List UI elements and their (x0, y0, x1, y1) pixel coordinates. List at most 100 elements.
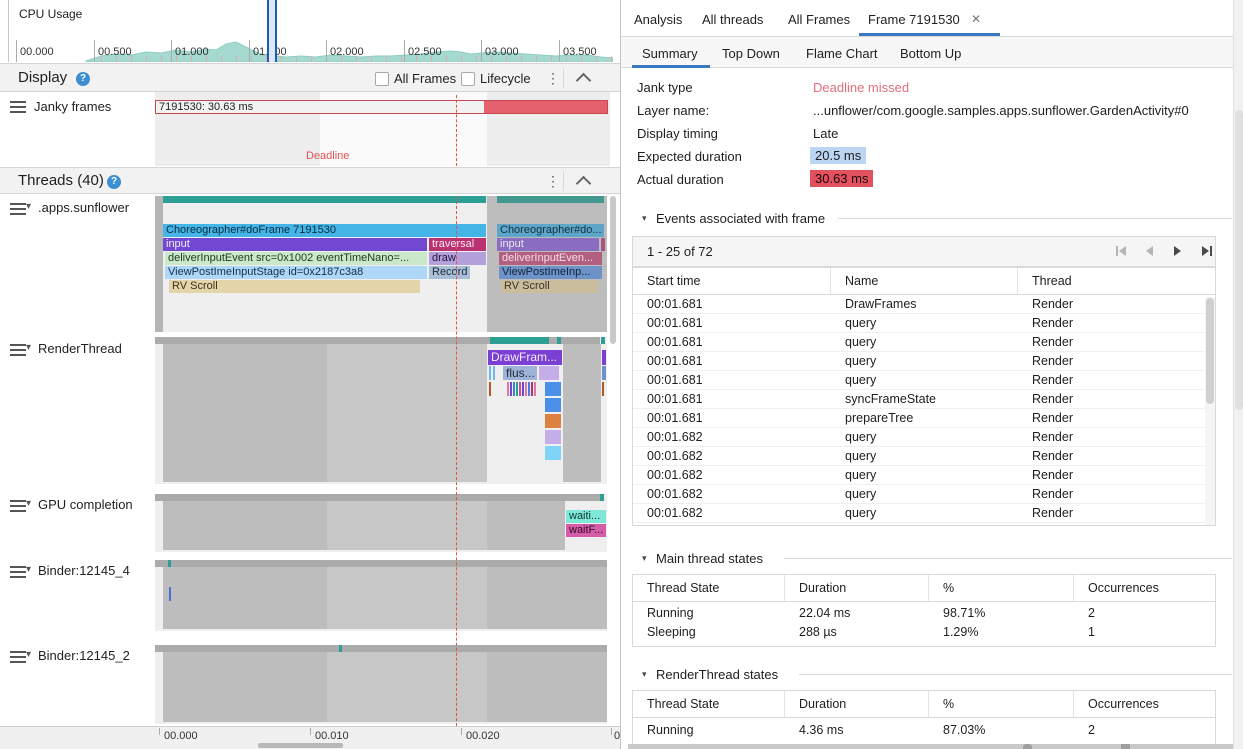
trace-deliver-input-event[interactable]: deliverInputEvent src=0x1002 eventTimeNa… (165, 252, 427, 265)
event-row[interactable]: 00:01.681 prepareTree Render (633, 409, 1215, 428)
left-horizontal-scrollbar-thumb[interactable] (258, 743, 343, 748)
thread-label-gpu[interactable]: GPU completion (38, 497, 133, 512)
thread-label-binder2[interactable]: Binder:12145_2 (38, 648, 130, 663)
trace-choreographer-doframe[interactable]: Choreographer#doFrame 7191530 (163, 224, 486, 237)
binder2-track[interactable] (155, 645, 607, 724)
renderthread-expander-icon[interactable]: ▾ (26, 342, 31, 353)
event-row[interactable]: 00:01.681 DrawFrames Render (633, 295, 1215, 314)
gpu-track[interactable]: waiti... waitF... (155, 494, 607, 552)
binder4-drag-handle-icon[interactable] (10, 566, 26, 578)
sunflower-track[interactable]: Choreographer#doFrame 7191530 input trav… (155, 196, 607, 332)
gpu-drag-handle-icon[interactable] (10, 500, 26, 512)
state-row[interactable]: Running 22.04 ms 98.71% 2 (633, 604, 1215, 623)
threads-collapse-icon[interactable] (576, 176, 592, 192)
col-percent[interactable]: % (929, 691, 1074, 717)
rt-square-orange[interactable] (545, 414, 561, 428)
trace-waitf[interactable]: waitF... (566, 524, 606, 537)
display-section-header[interactable]: Display ? All Frames Lifecycle ⋮ (0, 63, 620, 92)
col-thread-state[interactable]: Thread State (633, 575, 785, 601)
col-duration[interactable]: Duration (785, 575, 929, 601)
events-col-name[interactable]: Name (831, 268, 1018, 294)
display-collapse-icon[interactable] (576, 73, 592, 89)
event-row[interactable]: 00:01.682 query Render (633, 447, 1215, 466)
binder4-track[interactable] (155, 560, 607, 631)
event-row[interactable]: 00:01.682 query Render (633, 466, 1215, 485)
events-table-scrollbar-thumb[interactable] (1206, 298, 1214, 404)
event-row[interactable]: 00:01.681 syncFrameState Render (633, 390, 1215, 409)
tab-all-threads[interactable]: All threads (702, 12, 763, 27)
selection-range-handle-left[interactable] (267, 0, 269, 62)
trace-waiting[interactable]: waiti... (566, 510, 606, 523)
rt-square-blue2[interactable] (545, 398, 561, 412)
rt-square-lavender[interactable] (545, 430, 561, 444)
event-row[interactable]: 00:01.682 query Render (633, 428, 1215, 447)
next-page-icon[interactable] (1174, 246, 1181, 256)
rt-lavender-bar[interactable] (539, 366, 559, 380)
trace-viewpost-ime[interactable]: ViewPostImeInputStage id=0x2187c3a8 (165, 266, 427, 279)
trace-choreographer-dim[interactable]: Choreographer#do... (497, 224, 604, 237)
col-occurrences[interactable]: Occurrences (1074, 575, 1215, 601)
right-panel-scrollbar-thumb[interactable] (1235, 110, 1243, 410)
main-states-collapse-icon[interactable]: ▾ (642, 553, 647, 564)
last-page-icon[interactable] (1202, 246, 1212, 256)
event-row[interactable]: 00:01.681 query Render (633, 352, 1215, 371)
trace-rv-scroll[interactable]: RV Scroll (169, 280, 420, 293)
display-more-options-icon[interactable]: ⋮ (546, 70, 560, 87)
tab-frame-close-icon[interactable]: ✕ (971, 12, 981, 26)
trace-deliver-dim[interactable]: deliverInputEven... (499, 252, 602, 265)
display-help-icon[interactable]: ? (76, 72, 90, 86)
event-row[interactable]: 00:01.681 query Render (633, 314, 1215, 333)
threads-vertical-scrollbar[interactable] (610, 196, 616, 344)
events-section-collapse-icon[interactable]: ▾ (642, 213, 647, 224)
rt-square-blue1[interactable] (545, 382, 561, 396)
right-panel-scrollbar[interactable] (1233, 0, 1243, 749)
render-states-collapse-icon[interactable]: ▾ (642, 669, 647, 680)
event-row[interactable]: 00:01.681 query Render (633, 333, 1215, 352)
rt-square-lightblue[interactable] (545, 446, 561, 460)
gpu-expander-icon[interactable]: ▾ (26, 498, 31, 509)
tab-top-down[interactable]: Top Down (722, 46, 780, 61)
trace-viewpost-dim[interactable]: ViewPostImeInp... (499, 266, 602, 279)
event-row[interactable]: 00:01.682 query Render (633, 485, 1215, 504)
col-occurrences[interactable]: Occurrences (1074, 691, 1215, 717)
sunflower-expander-icon[interactable]: ▾ (26, 201, 31, 212)
trace-traversal-dim-sliver[interactable] (601, 238, 605, 251)
trace-input-dim[interactable]: input (497, 238, 599, 251)
tab-flame-chart[interactable]: Flame Chart (806, 46, 878, 61)
all-frames-checkbox[interactable] (375, 72, 389, 86)
sunflower-drag-handle-icon[interactable] (10, 203, 26, 215)
trace-input[interactable]: input (163, 238, 427, 251)
trace-rv-scroll-dim[interactable]: RV Scroll (501, 280, 598, 293)
state-row[interactable]: Running 4.36 ms 87.03% 2 (633, 721, 1215, 740)
lifecycle-checkbox[interactable] (461, 72, 475, 86)
right-bottom-scroll-strip[interactable] (628, 744, 1233, 749)
events-col-start-time[interactable]: Start time (633, 268, 831, 294)
selection-range-handle-right[interactable] (275, 0, 277, 62)
events-col-thread[interactable]: Thread (1018, 268, 1215, 294)
trace-record[interactable]: Record ... (429, 266, 470, 279)
trace-draw[interactable]: draw (429, 252, 486, 265)
col-percent[interactable]: % (929, 575, 1074, 601)
event-row[interactable]: 00:01.682 query Render (633, 504, 1215, 523)
left-horizontal-scrollbar[interactable] (0, 742, 620, 749)
trace-traversal[interactable]: traversal (429, 238, 486, 251)
threads-more-options-icon[interactable]: ⋮ (546, 173, 560, 190)
state-row[interactable]: Sleeping 288 µs 1.29% 1 (633, 623, 1215, 642)
renderthread-track[interactable]: DrawFram... flus... (155, 337, 607, 484)
janky-frames-drag-handle-icon[interactable] (10, 101, 26, 113)
thread-label-binder4[interactable]: Binder:12145_4 (38, 563, 130, 578)
trace-drawframes[interactable]: DrawFram... (488, 350, 562, 365)
tab-summary[interactable]: Summary (642, 46, 698, 61)
renderthread-drag-handle-icon[interactable] (10, 344, 26, 356)
event-row[interactable]: 00:01.681 query Render (633, 371, 1215, 390)
tab-bottom-up[interactable]: Bottom Up (900, 46, 961, 61)
binder2-drag-handle-icon[interactable] (10, 651, 26, 663)
col-duration[interactable]: Duration (785, 691, 929, 717)
col-thread-state[interactable]: Thread State (633, 691, 785, 717)
events-table-scrollbar[interactable] (1205, 297, 1215, 525)
threads-help-icon[interactable]: ? (107, 175, 121, 189)
tab-all-frames[interactable]: All Frames (788, 12, 850, 27)
binder2-expander-icon[interactable]: ▾ (26, 649, 31, 660)
thread-label-sunflower[interactable]: .apps.sunflower (38, 200, 129, 215)
binder4-expander-icon[interactable]: ▾ (26, 564, 31, 575)
